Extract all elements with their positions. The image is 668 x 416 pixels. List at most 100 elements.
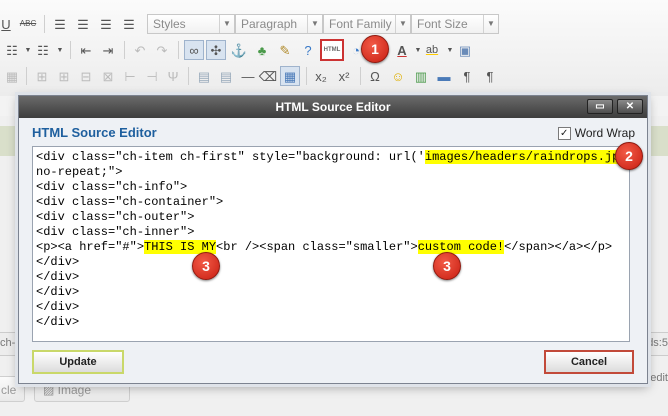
word-wrap-checkbox[interactable]: ✓ [557,126,571,140]
word-wrap-toggle[interactable]: ✓ Word Wrap [557,126,635,140]
table-props-icon[interactable]: ▤ [194,66,214,86]
align-right-icon[interactable]: ☰ [96,14,116,34]
callout-marker: 3 [192,252,220,280]
dialog-heading: HTML Source Editor [32,125,157,140]
close-icon[interactable]: ✕ [617,99,643,114]
ltr-icon[interactable]: ¶ [457,66,477,86]
image-icon: ▨ [43,383,58,397]
delete-column-icon[interactable]: ⊣ [142,66,162,86]
toolbar-separator [360,67,361,85]
toolbar-row-3: ▦ ⊞ ⊞ ⊟ ⊠ ⊢ ⊣ Ψ ▤ ▤ — ⌫ ▦ x₂ x² Ω ☺ ▥ ▬ … [0,64,668,90]
code-text: </div> [36,285,80,299]
link-icon[interactable]: ∞ [184,40,204,60]
dialog-titlebar[interactable]: HTML Source Editor ▭ ✕ [19,96,647,118]
embed-media-icon[interactable]: ▣ [455,40,475,60]
font-size-dropdown-value: Font Size [417,17,468,31]
row-after-icon[interactable]: ⊞ [54,66,74,86]
cell-props-icon[interactable]: ▤ [216,66,236,86]
font-family-dropdown-value: Font Family [329,17,392,31]
toolbar-row-1: U ABC ☰ ☰ ☰ ☰ Styles ▼ Paragraph ▼ Font … [0,12,668,38]
article-tab-label: cle [1,383,17,397]
special-char-icon[interactable]: Ω [365,66,385,86]
code-line: <div class="ch-inner"> [36,225,626,240]
path-fragment-left: ch-i [0,337,18,349]
highlighted-code: custom code! [417,240,505,254]
font-family-dropdown[interactable]: Font Family ▼ [323,14,411,34]
image-icon[interactable]: ♣ [252,40,272,60]
code-line: </div> [36,255,626,270]
redo-icon[interactable]: ↷ [152,40,172,60]
help-icon[interactable]: ? [298,40,318,60]
rtl-icon[interactable]: ¶ [480,66,500,86]
chevron-down-icon: ▼ [395,15,410,33]
superscript-icon[interactable]: x² [334,66,354,86]
table-icon[interactable]: ▦ [2,66,22,86]
split-cells-icon[interactable]: ⊟ [76,66,96,86]
toolbar-separator [178,41,179,59]
code-line: <p><a href="#">THIS IS MY<br /><span cla… [36,240,626,255]
unlink-icon[interactable]: ✣ [206,40,226,60]
align-center-icon[interactable]: ☰ [73,14,93,34]
update-button[interactable]: Update [32,350,124,374]
editor-toolbar: U ABC ☰ ☰ ☰ ☰ Styles ▼ Paragraph ▼ Font … [0,0,668,97]
code-text: <div class="ch-outer"> [36,210,195,224]
align-left-icon[interactable]: ☰ [50,14,70,34]
code-text: <div class="ch-container"> [36,195,224,209]
chevron-down-icon: ▼ [219,15,234,33]
horizontal-rule-icon[interactable]: — [238,66,258,86]
eraser-icon[interactable]: ⌫ [258,66,278,86]
word-wrap-label: Word Wrap [574,126,635,140]
visual-aid-icon[interactable]: ▦ [280,66,300,86]
highlight-color-icon[interactable]: ab [422,40,442,60]
toolbar-separator [70,41,71,59]
cancel-button-label: Cancel [570,356,608,368]
merge-cells-icon[interactable]: ⊠ [98,66,118,86]
column-icon[interactable]: ⊢ [120,66,140,86]
code-text: <p><a href="#"> [36,240,145,254]
align-justify-icon[interactable]: ☰ [119,14,139,34]
code-text: </div> [36,315,80,329]
code-line: <div class="ch-container"> [36,195,626,210]
callout-marker: 2 [615,142,643,170]
chevron-down-icon: ▼ [483,15,498,33]
html-source-button[interactable]: HTML [320,39,344,61]
code-text: </div> [36,300,80,314]
html-source-textarea[interactable]: <div class="ch-item ch-first" style="bac… [32,146,630,342]
chevron-down-icon[interactable]: ▼ [50,40,70,60]
toolbar-separator [306,67,307,85]
emoticon-icon[interactable]: ☺ [388,66,408,86]
outdent-icon[interactable]: ⇤ [76,40,96,60]
code-line: </div> [36,285,626,300]
undo-icon[interactable]: ↶ [130,40,150,60]
cancel-button[interactable]: Cancel [544,350,634,374]
pagebreak-icon[interactable]: ▬ [434,66,454,86]
strikethrough-button[interactable]: ABC [18,14,38,34]
underline-button[interactable]: U [0,14,16,34]
edit-fragment: edit [650,372,668,384]
code-line: <div class="ch-item ch-first" style="bac… [36,150,629,165]
code-line: </div> [36,300,626,315]
font-size-dropdown[interactable]: Font Size ▼ [411,14,499,34]
dialog-title: HTML Source Editor [275,100,391,114]
code-line: <div class="ch-outer"> [36,210,626,225]
subscript-icon[interactable]: x₂ [311,66,331,86]
row-before-icon[interactable]: ⊞ [32,66,52,86]
styles-dropdown-value: Styles [153,17,186,31]
code-text: </span></a></p> [504,240,613,254]
indent-icon[interactable]: ⇥ [98,40,118,60]
media-icon[interactable]: ▥ [411,66,431,86]
anchor-icon[interactable]: ⚓ [229,40,249,60]
maximize-icon[interactable]: ▭ [587,99,613,114]
paragraph-dropdown[interactable]: Paragraph ▼ [235,14,323,34]
code-line: </div> [36,270,626,285]
toolbar-separator [44,15,45,33]
code-text: <div class="ch-item ch-first" style="bac… [36,150,425,164]
callout-marker: 1 [361,35,389,63]
split-icon[interactable]: Ψ [163,66,183,86]
paragraph-dropdown-value: Paragraph [241,17,298,31]
html-source-editor-dialog: HTML Source Editor ▭ ✕ HTML Source Edito… [18,95,648,384]
cleanup-icon[interactable]: ✎ [275,40,295,60]
update-button-label: Update [59,356,97,368]
code-line: no-repeat;"> [36,165,626,180]
styles-dropdown[interactable]: Styles ▼ [147,14,235,34]
